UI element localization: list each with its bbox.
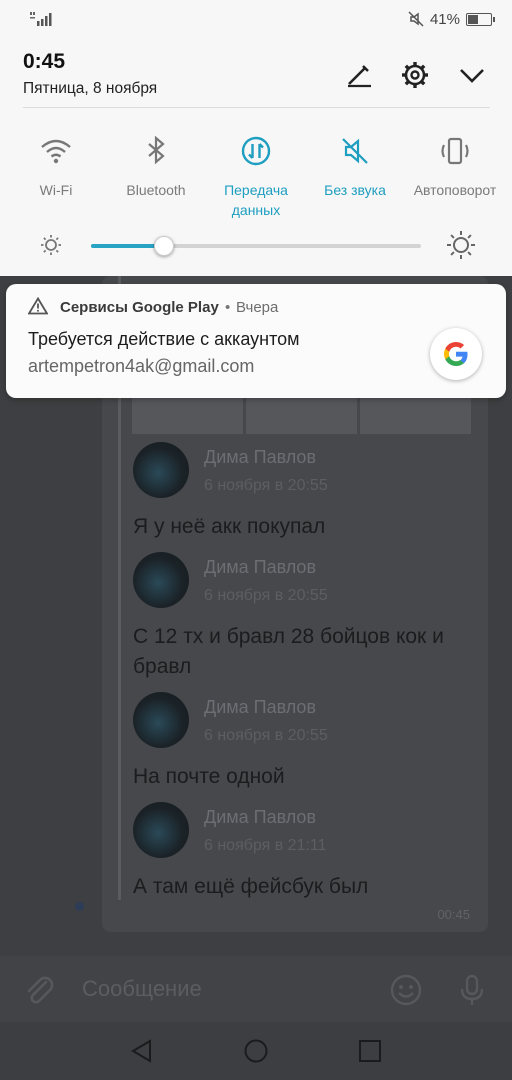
message-date: 6 ноября в 20:55 <box>204 727 328 744</box>
message-composer: Сообщение <box>0 956 512 1022</box>
emoji-icon[interactable] <box>389 973 423 1007</box>
attachment-thumbnails <box>132 394 471 434</box>
collapse-panel-button[interactable] <box>457 60 487 90</box>
notification-body: artempetron4ak@gmail.com <box>28 356 255 376</box>
tile-mute[interactable]: Без звука <box>305 134 405 200</box>
microphone-icon[interactable] <box>455 973 489 1007</box>
tile-wifi[interactable]: Wi-Fi <box>6 134 106 200</box>
tile-auto-rotate-label: Автоповорот <box>413 182 497 198</box>
chevron-down-icon <box>460 69 484 83</box>
gear-icon <box>402 62 428 88</box>
settings-button[interactable] <box>400 60 430 90</box>
edit-icon <box>348 65 371 88</box>
edit-tiles-button[interactable] <box>343 60 373 90</box>
attach-icon[interactable] <box>22 973 56 1007</box>
google-logo-icon <box>430 328 482 380</box>
recents-button[interactable] <box>356 1037 384 1065</box>
tile-mute-label: Без звука <box>324 182 386 198</box>
notification-time: Вчера <box>236 299 279 316</box>
auto-rotate-icon <box>441 137 469 165</box>
notification-app-name: Сервисы Google Play <box>60 299 219 316</box>
avatar[interactable] <box>133 552 189 608</box>
signal-icon <box>30 12 52 26</box>
panel-divider <box>23 107 490 108</box>
brightness-slider-fill <box>91 244 164 248</box>
tile-mobile-data-label: Передача данных <box>224 182 288 218</box>
navigation-bar <box>0 1022 512 1080</box>
message-author[interactable]: Дима Павлов <box>204 697 316 718</box>
tile-wifi-label: Wi-Fi <box>39 182 73 198</box>
mute-icon <box>342 138 368 164</box>
warning-icon <box>28 297 48 315</box>
brightness-low-icon <box>41 235 61 255</box>
message-text: С 12 тх и бравл 28 бойцов кок и бравл <box>133 625 444 678</box>
unread-indicator <box>75 902 84 911</box>
avatar[interactable] <box>133 802 189 858</box>
message-text: А там ещё фейсбук был <box>133 875 369 898</box>
notification-separator: • <box>225 299 231 316</box>
brightness-slider[interactable] <box>91 236 421 256</box>
home-button[interactable] <box>242 1037 270 1065</box>
tile-bluetooth-label: Bluetooth <box>126 182 186 198</box>
brightness-slider-thumb[interactable] <box>153 236 174 256</box>
message-text: На почте одной <box>133 765 285 788</box>
message-time: 00:45 <box>437 907 470 922</box>
mobile-data-icon <box>241 136 271 166</box>
notification-title: Требуется действие с аккаунтом <box>28 329 300 349</box>
message-date: 6 ноября в 20:55 <box>204 477 328 494</box>
wifi-icon <box>41 139 71 164</box>
message-date: 6 ноября в 21:11 <box>204 837 327 854</box>
avatar[interactable] <box>133 442 189 498</box>
quick-settings-panel: 0:45 Пятница, 8 ноября Wi-Fi Bluetooth П… <box>0 38 512 276</box>
battery-icon <box>466 12 495 26</box>
back-button[interactable] <box>128 1037 156 1065</box>
attachment-thumbnail[interactable] <box>360 394 471 434</box>
battery-percent: 41% <box>429 10 460 28</box>
panel-clock: 0:45 <box>23 50 66 73</box>
tile-mobile-data[interactable]: Передача данных <box>206 134 306 220</box>
bluetooth-icon <box>148 135 165 165</box>
message-author[interactable]: Дима Павлов <box>204 807 316 828</box>
message-author[interactable]: Дима Павлов <box>204 557 316 578</box>
message-text: Я у неё акк покупал <box>133 515 326 538</box>
message-input[interactable]: Сообщение <box>82 976 202 1002</box>
muted-status-icon <box>408 11 424 27</box>
message-date: 6 ноября в 20:55 <box>204 587 328 604</box>
battery-level <box>468 14 478 24</box>
tile-bluetooth[interactable]: Bluetooth <box>106 134 206 200</box>
brightness-row <box>0 228 512 268</box>
panel-date: Пятница, 8 ноября <box>23 80 158 97</box>
notification-card[interactable]: Сервисы Google Play • Вчера Требуется де… <box>6 284 506 398</box>
attachment-thumbnail[interactable] <box>246 394 357 434</box>
tile-auto-rotate[interactable]: Автоповорот <box>405 134 505 200</box>
avatar[interactable] <box>133 692 189 748</box>
brightness-high-icon <box>447 231 475 259</box>
attachment-thumbnail[interactable] <box>132 394 243 434</box>
message-author[interactable]: Дима Павлов <box>204 447 316 468</box>
status-bar: 41% <box>0 0 512 38</box>
